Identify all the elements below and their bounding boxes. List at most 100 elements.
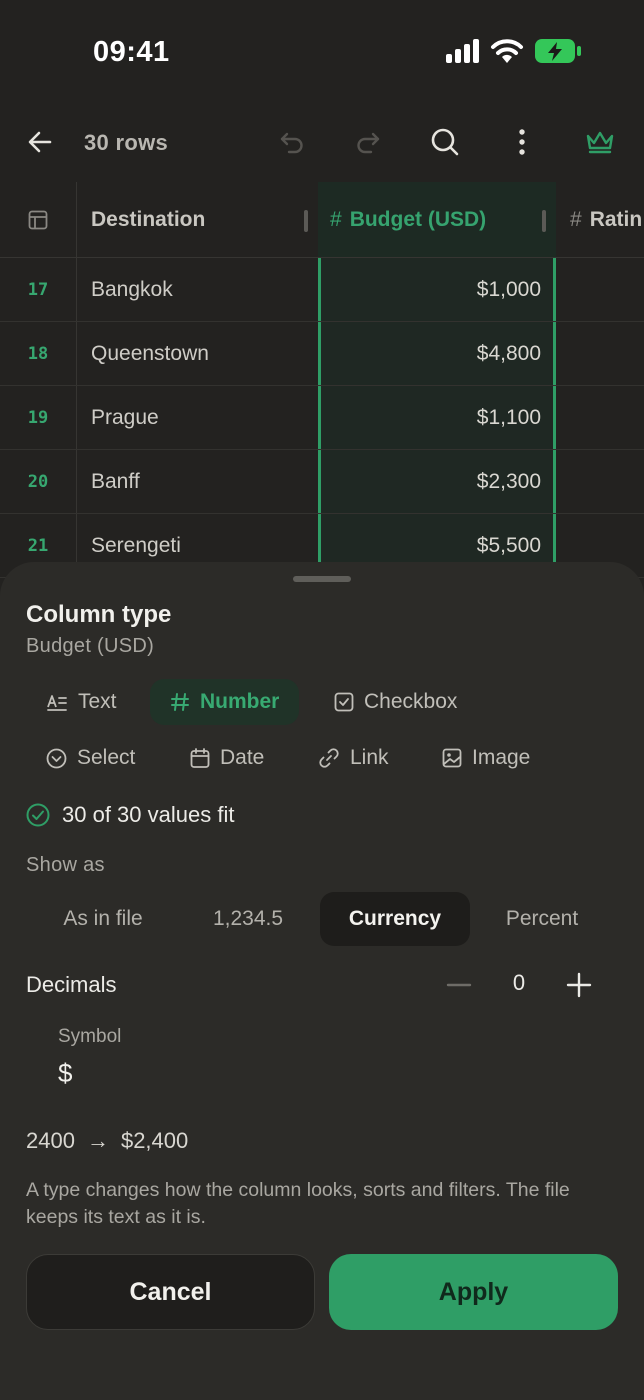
type-option-number[interactable]: Number — [150, 679, 300, 725]
type-option-date[interactable]: Date — [170, 735, 284, 781]
status-icons — [446, 38, 582, 64]
column-header-rating[interactable]: # Ratin — [556, 182, 644, 257]
minus-icon — [446, 983, 472, 987]
table-row[interactable]: 17 Bangkok $1,000 — [0, 258, 644, 322]
type-option-image[interactable]: Image — [422, 735, 550, 781]
number-type-icon: # — [570, 207, 582, 231]
arrow-left-icon — [28, 131, 52, 153]
row-index: 20 — [0, 450, 77, 513]
type-option-label: Checkbox — [364, 690, 458, 713]
link-icon — [319, 748, 339, 768]
decimals-label: Decimals — [26, 972, 117, 997]
data-grid: Destination # Budget (USD) # Ratin 17 Ba… — [0, 182, 644, 582]
column-resize-handle[interactable] — [304, 210, 308, 232]
budget-cell[interactable]: $4,800 — [318, 322, 556, 385]
show-as-option-currency[interactable]: Currency — [320, 892, 470, 946]
signal-icon — [446, 39, 479, 63]
decimals-value: 0 — [512, 970, 526, 995]
column-header-budget[interactable]: # Budget (USD) — [318, 182, 556, 257]
destination-cell[interactable]: Bangkok — [77, 258, 318, 321]
column-header-label: Budget (USD) — [349, 207, 487, 231]
crown-icon — [586, 131, 614, 154]
sheet-drag-handle[interactable] — [293, 576, 351, 582]
column-header-label: Destination — [91, 207, 206, 231]
apply-button[interactable]: Apply — [329, 1254, 618, 1330]
status-time: 09:41 — [93, 36, 170, 68]
column-header-label: Ratin — [589, 207, 643, 231]
budget-cell[interactable]: $1,100 — [318, 386, 556, 449]
fit-status-text: 30 of 30 values fit — [62, 802, 235, 827]
number-type-icon: # — [330, 207, 342, 231]
preview-input: 2400 — [26, 1128, 75, 1153]
symbol-label: Symbol — [58, 1026, 122, 1047]
arrow-right-icon: → — [86, 1128, 109, 1153]
budget-cell[interactable]: $2,300 — [318, 450, 556, 513]
more-vertical-icon — [519, 129, 525, 155]
type-option-label: Link — [350, 746, 389, 769]
help-note: A type changes how the column looks, sor… — [26, 1179, 570, 1228]
column-type-sheet: Column type Budget (USD) Text Number Che… — [0, 562, 644, 1400]
show-as-option-number[interactable]: 1,234.5 — [180, 892, 316, 946]
sheet-title: Column type — [26, 601, 172, 628]
battery-charging-icon — [535, 39, 581, 63]
type-option-label: Select — [77, 746, 136, 769]
back-button[interactable] — [20, 122, 60, 162]
select-all-cell[interactable] — [0, 182, 77, 257]
destination-cell[interactable]: Banff — [77, 450, 318, 513]
check-circle-icon — [26, 803, 50, 827]
type-option-label: Date — [220, 746, 265, 769]
type-option-text[interactable]: Text — [26, 679, 137, 725]
rating-cell[interactable] — [556, 322, 644, 385]
text-type-icon — [47, 695, 67, 711]
wifi-icon — [491, 39, 523, 63]
type-option-label: Image — [472, 746, 531, 769]
checkbox-icon — [334, 692, 354, 712]
fit-status: 30 of 30 values fit — [26, 802, 234, 828]
cancel-button[interactable]: Cancel — [26, 1254, 315, 1330]
undo-icon — [280, 132, 303, 154]
symbol-input[interactable]: $ — [58, 1058, 72, 1089]
destination-cell[interactable]: Queenstown — [77, 322, 318, 385]
type-option-label: Number — [200, 690, 280, 713]
premium-button[interactable] — [578, 122, 622, 162]
image-icon — [442, 748, 462, 768]
hash-icon — [171, 693, 189, 711]
row-index: 18 — [0, 322, 77, 385]
more-button[interactable] — [502, 122, 542, 162]
undo-button[interactable] — [272, 122, 312, 162]
rating-cell[interactable] — [556, 258, 644, 321]
row-index: 19 — [0, 386, 77, 449]
show-as-option-percent[interactable]: Percent — [476, 892, 608, 946]
redo-button[interactable] — [348, 122, 388, 162]
table-row[interactable]: 20 Banff $2,300 — [0, 450, 644, 514]
rating-cell[interactable] — [556, 386, 644, 449]
table-row[interactable]: 19 Prague $1,100 — [0, 386, 644, 450]
type-option-link[interactable]: Link — [298, 735, 409, 781]
status-bar: 09:41 — [0, 0, 644, 100]
sheet-subtitle: Budget (USD) — [26, 635, 155, 657]
rating-cell[interactable] — [556, 450, 644, 513]
table-row[interactable]: 18 Queenstown $4,800 — [0, 322, 644, 386]
type-option-select[interactable]: Select — [26, 735, 155, 781]
type-option-label: Text — [78, 690, 117, 713]
table-icon — [28, 210, 48, 229]
redo-icon — [357, 132, 380, 154]
destination-cell[interactable]: Prague — [77, 386, 318, 449]
search-icon — [431, 128, 459, 156]
decimals-increment-button[interactable] — [566, 972, 592, 998]
column-header-destination[interactable]: Destination — [77, 182, 318, 257]
type-option-checkbox[interactable]: Checkbox — [314, 679, 477, 725]
row-index: 17 — [0, 258, 77, 321]
grid-header: Destination # Budget (USD) # Ratin — [0, 182, 644, 258]
show-as-label: Show as — [26, 854, 105, 876]
column-resize-handle[interactable] — [542, 210, 546, 232]
budget-cell[interactable]: $1,000 — [318, 258, 556, 321]
search-button[interactable] — [425, 122, 465, 162]
plus-icon — [566, 972, 592, 998]
decimals-decrement-button[interactable] — [446, 972, 472, 998]
row-count: 30 rows — [84, 130, 169, 155]
show-as-option-as-in-file[interactable]: As in file — [32, 892, 174, 946]
select-type-icon — [46, 748, 67, 768]
calendar-icon — [190, 747, 210, 768]
preview-output: $2,400 — [120, 1128, 189, 1153]
